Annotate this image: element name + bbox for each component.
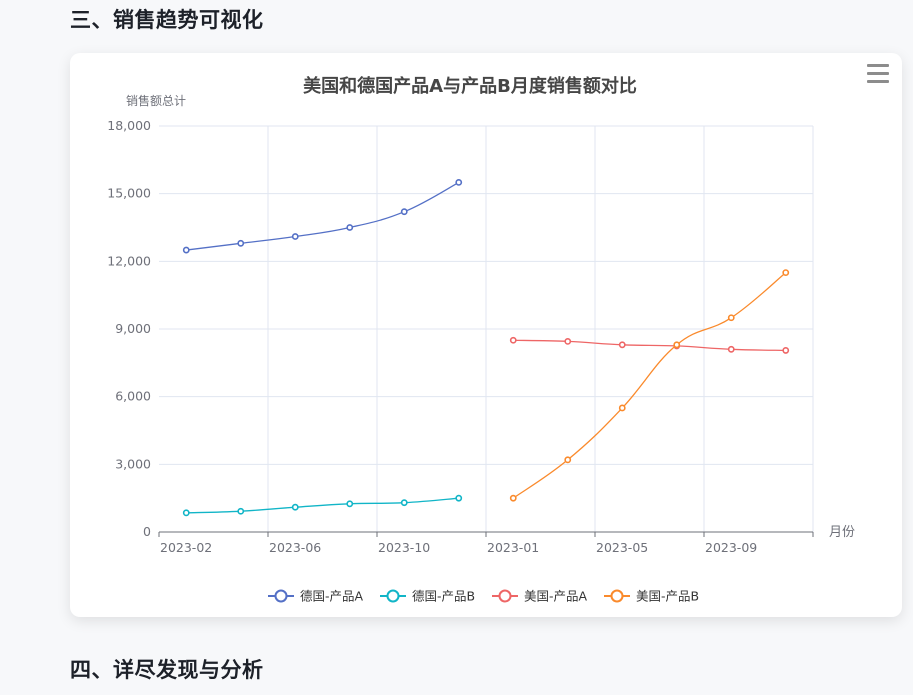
legend-item[interactable]: 美国-产品B: [604, 589, 699, 604]
data-point: [782, 347, 790, 354]
data-point: [618, 341, 626, 349]
data-point: [455, 494, 463, 502]
data-point: [346, 224, 354, 231]
menu-icon[interactable]: [867, 64, 889, 84]
data-point: [564, 456, 572, 464]
series-line: [513, 339, 786, 352]
data-point: [182, 509, 190, 517]
y-tick-label: 9,000: [115, 321, 151, 336]
data-point: [291, 503, 299, 511]
legend-label: 美国-产品B: [636, 589, 699, 604]
section-title-trend: 三、销售趋势可视化: [70, 8, 264, 32]
x-tick-label: 2023-10: [378, 540, 430, 555]
x-tick-label: 2023-09: [705, 540, 757, 555]
data-point: [509, 494, 517, 502]
section-title-findings: 四、详尽发现与分析: [70, 658, 264, 682]
data-point: [237, 507, 245, 515]
y-tick-label: 15,000: [107, 186, 151, 201]
series-line: [186, 181, 460, 251]
legend-marker: [498, 589, 512, 603]
legend-marker: [386, 589, 400, 603]
data-point: [237, 239, 245, 247]
legend-label: 德国-产品B: [412, 589, 475, 604]
data-point: [291, 233, 299, 240]
data-point: [727, 314, 735, 322]
x-tick-label: 2023-05: [596, 540, 648, 555]
line-chart: 美国和德国产品A与产品B月度销售额对比 销售额总计 月份 0 3,000 6,000…: [107, 75, 855, 604]
data-point: [182, 246, 190, 254]
data-point: [564, 338, 572, 345]
legend-item[interactable]: 德国-产品A: [268, 589, 364, 604]
data-point: [400, 208, 408, 216]
series-line: [186, 497, 459, 514]
y-tick-label: 3,000: [115, 456, 151, 471]
legend-label: 德国-产品A: [300, 589, 364, 604]
data-point: [727, 345, 735, 353]
data-point: [782, 269, 790, 277]
x-tick-label: 2023-02: [160, 540, 212, 555]
chart-card: 美国和德国产品A与产品B月度销售额对比 销售额总计 月份 0 3,000 6,000…: [70, 53, 902, 617]
data-point: [673, 341, 681, 349]
legend-marker: [274, 589, 288, 603]
y-tick-label: 0: [143, 524, 151, 539]
data-point: [346, 500, 354, 508]
y-tick-label: 12,000: [107, 253, 151, 268]
y-tick-label: 6,000: [115, 389, 151, 404]
x-axis-label: 月份: [829, 525, 855, 540]
data-point: [455, 178, 463, 186]
x-tick-label: 2023-06: [269, 540, 321, 555]
legend-item[interactable]: 美国-产品A: [492, 589, 588, 604]
data-point: [400, 499, 408, 507]
legend-item[interactable]: 德国-产品B: [380, 589, 475, 604]
y-tick-label: 18,000: [107, 118, 151, 133]
data-point: [618, 404, 626, 412]
legend-marker: [610, 589, 624, 603]
legend-label: 美国-产品A: [524, 589, 588, 604]
x-tick-label: 2023-01: [487, 540, 539, 555]
data-point: [509, 336, 517, 344]
chart-title: 美国和德国产品A与产品B月度销售额对比: [303, 75, 637, 97]
y-axis-label: 销售额总计: [126, 93, 186, 108]
